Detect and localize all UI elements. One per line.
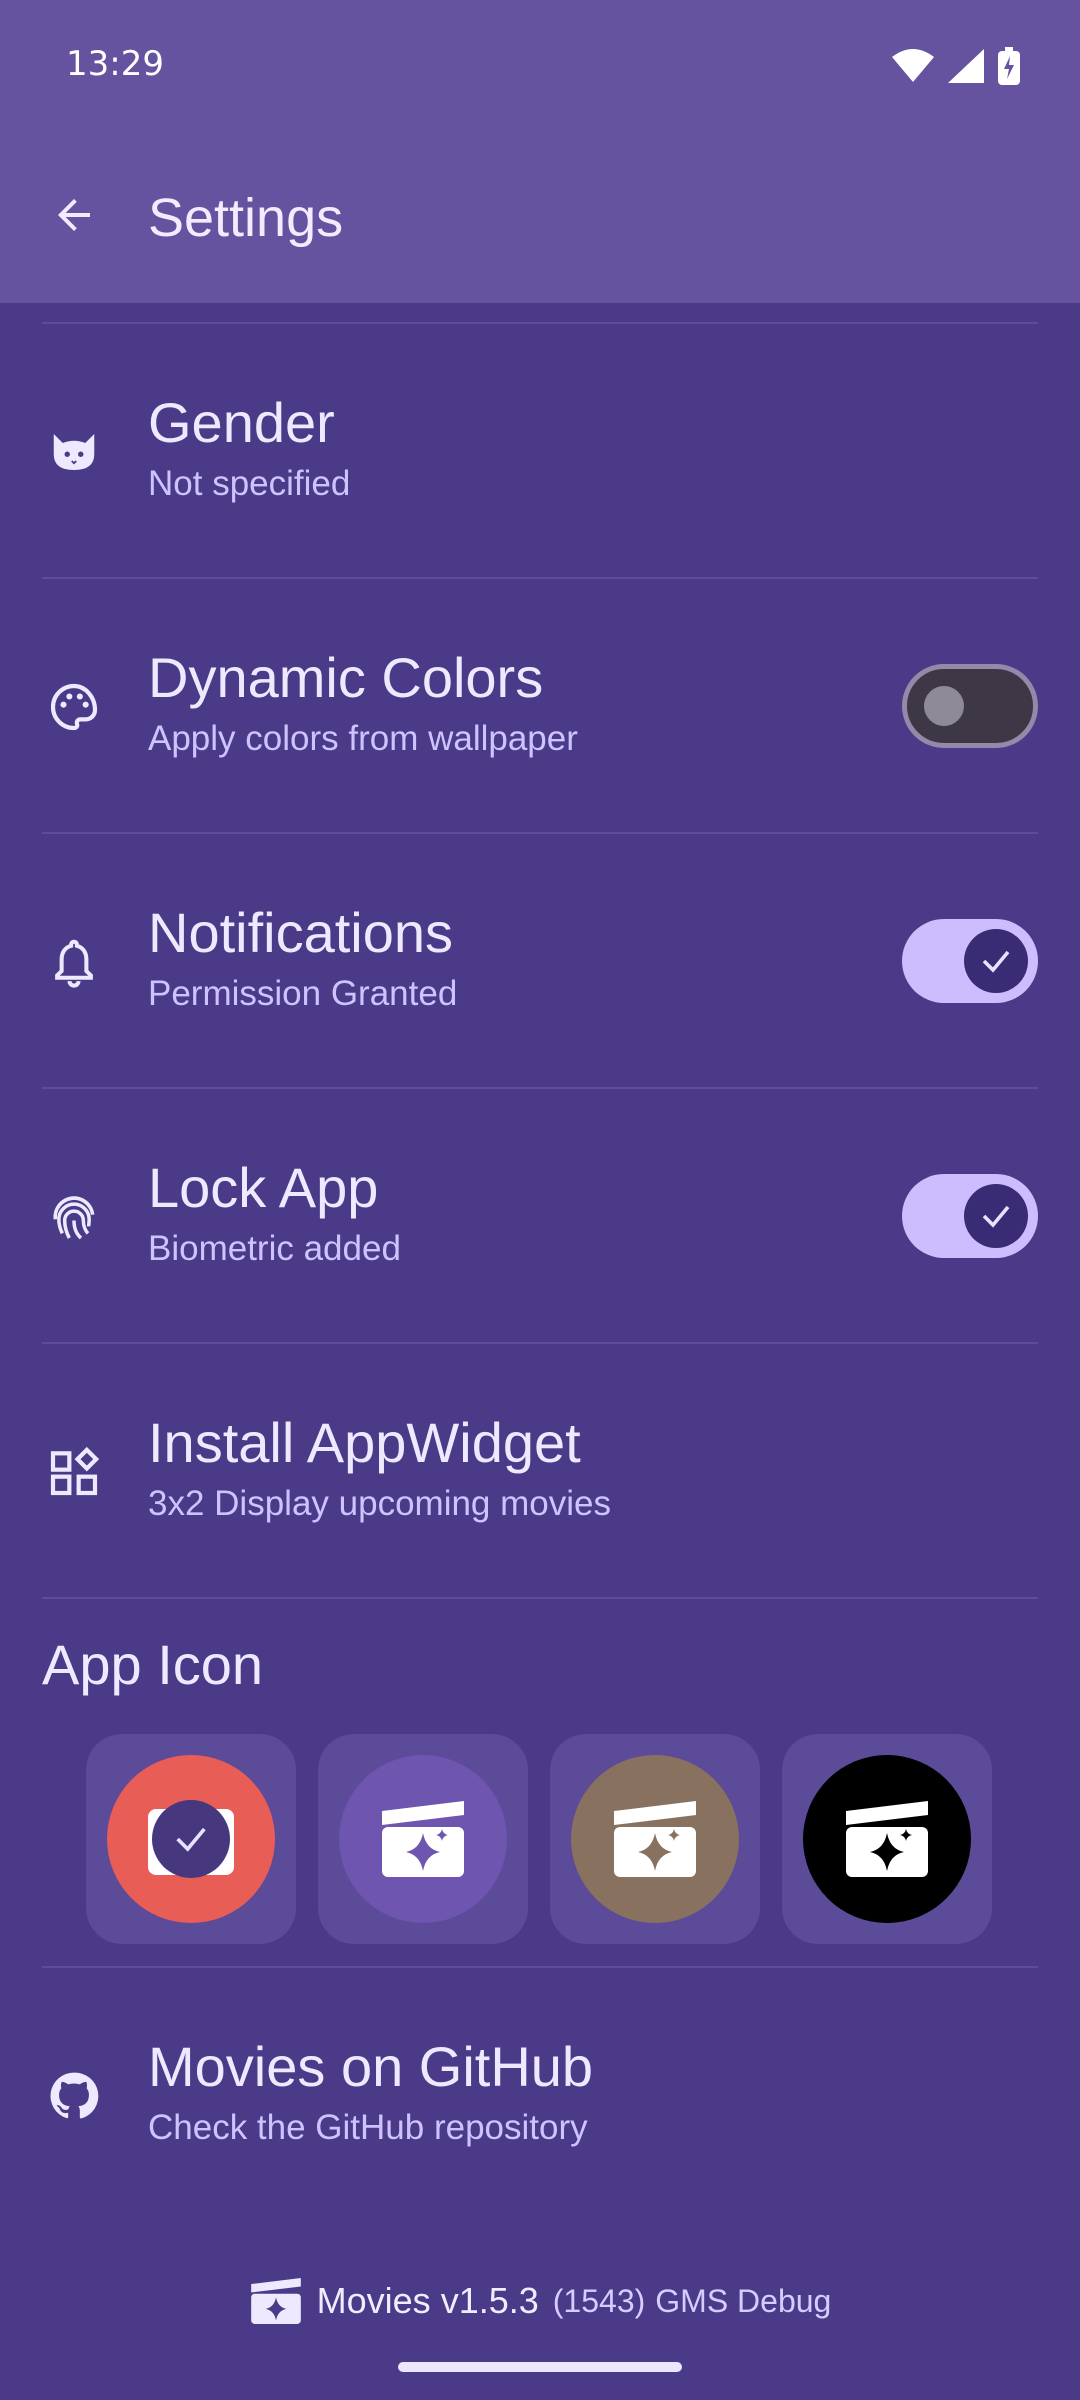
widgets-icon	[42, 1440, 106, 1504]
app-version-footer: Movies v1.5.3 (1543) GMS Debug	[0, 2278, 1080, 2324]
setting-github[interactable]: Movies on GitHub Check the GitHub reposi…	[0, 1968, 1080, 2222]
setting-subtitle: Check the GitHub repository	[148, 2108, 588, 2147]
setting-title: Notifications	[148, 901, 454, 964]
setting-title: Dynamic Colors	[148, 646, 544, 709]
battery-charging-icon	[998, 47, 1020, 85]
top-app-bar: Settings	[0, 135, 1080, 303]
page-title: Settings	[148, 188, 344, 248]
switch-thumb	[964, 1184, 1028, 1248]
setting-title: Gender	[148, 391, 335, 454]
switch-thumb	[964, 929, 1028, 993]
switch-thumb	[924, 686, 964, 726]
setting-subtitle: 3x2 Display upcoming movies	[148, 1484, 611, 1523]
setting-subtitle: Permission Granted	[148, 974, 458, 1013]
check-icon	[982, 1205, 1010, 1228]
fingerprint-icon	[42, 1185, 106, 1249]
setting-install-widget[interactable]: Install AppWidget 3x2 Display upcoming m…	[0, 1344, 1080, 1598]
setting-subtitle: Biometric added	[148, 1229, 401, 1268]
setting-lock-app[interactable]: Lock App Biometric added	[0, 1089, 1080, 1343]
setting-title: Install AppWidget	[148, 1411, 581, 1474]
dynamic-colors-switch[interactable]	[902, 664, 1038, 748]
check-icon	[982, 950, 1010, 973]
cellular-signal-icon	[948, 49, 984, 83]
arrow-back-icon	[58, 199, 90, 231]
selected-indicator	[152, 1800, 230, 1878]
setting-dynamic-colors[interactable]: Dynamic Colors Apply colors from wallpap…	[0, 579, 1080, 833]
app-version: Movies v1.5.3	[316, 2280, 539, 2321]
github-icon	[42, 2064, 106, 2128]
lock-app-switch[interactable]	[902, 1174, 1038, 1258]
app-logo-icon	[250, 2278, 301, 2324]
setting-title: Movies on GitHub	[148, 2035, 594, 2098]
palette-icon	[42, 675, 106, 739]
build-variant: GMS Debug	[655, 2282, 832, 2319]
clapperboard-sparkle-icon	[846, 1801, 928, 1877]
app-icon-options	[86, 1734, 992, 1944]
bell-icon	[42, 930, 106, 994]
app-icon-black	[803, 1755, 971, 1923]
setting-subtitle: Apply colors from wallpaper	[148, 719, 578, 758]
app-icon-purple	[339, 1755, 507, 1923]
clapperboard-sparkle-icon	[614, 1801, 696, 1877]
wifi-icon	[892, 49, 934, 82]
setting-notifications[interactable]: Notifications Permission Granted	[0, 834, 1080, 1088]
app-icon-option-red[interactable]	[86, 1734, 296, 1944]
divider	[42, 1597, 1038, 1599]
status-time: 13:29	[66, 44, 164, 84]
app-icon-option-brown[interactable]	[550, 1734, 760, 1944]
cat-icon	[42, 420, 106, 484]
back-button[interactable]	[44, 185, 104, 245]
app-icon-red	[107, 1755, 275, 1923]
setting-gender[interactable]: Gender Not specified	[0, 324, 1080, 578]
app-icon-brown	[571, 1755, 739, 1923]
home-indicator[interactable]	[398, 2362, 682, 2372]
notifications-switch[interactable]	[902, 919, 1038, 1003]
app-icon-option-purple[interactable]	[318, 1734, 528, 1944]
setting-title: Lock App	[148, 1156, 379, 1219]
status-icons	[892, 46, 1020, 86]
app-icon-option-black[interactable]	[782, 1734, 992, 1944]
build-number: (1543)	[552, 2282, 646, 2319]
clapperboard-sparkle-icon	[382, 1801, 464, 1877]
status-bar: 13:29	[0, 0, 1080, 135]
setting-subtitle: Not specified	[148, 464, 351, 503]
check-icon	[176, 1827, 206, 1852]
app-icon-section-title: App Icon	[42, 1633, 264, 1696]
